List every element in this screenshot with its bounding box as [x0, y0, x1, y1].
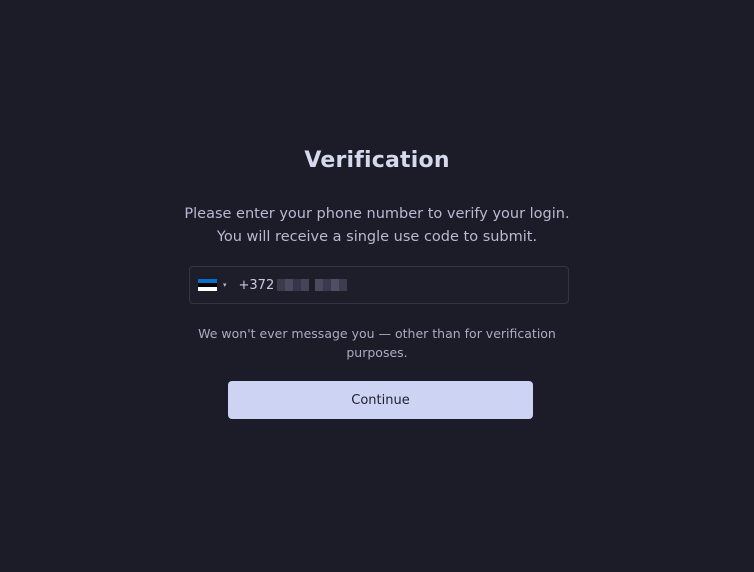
privacy-note-line-1: We won't ever message you — other than f… — [198, 326, 556, 341]
continue-button[interactable]: Continue — [228, 381, 533, 419]
phone-field[interactable]: ▾ +372 — [189, 266, 569, 304]
chevron-down-icon: ▾ — [223, 281, 227, 289]
country-select[interactable]: ▾ — [198, 279, 227, 291]
instructions: Please enter your phone number to verify… — [0, 203, 754, 249]
country-code: +372 — [238, 277, 275, 293]
redacted-number — [277, 279, 348, 291]
privacy-note: We won't ever message you — other than f… — [0, 324, 754, 362]
instructions-line-2: You will receive a single use code to su… — [216, 229, 538, 245]
instructions-line-1: Please enter your phone number to verify… — [184, 206, 570, 222]
page-title: Verification — [304, 148, 450, 173]
estonia-flag-icon — [198, 279, 217, 291]
phone-input[interactable]: +372 — [239, 278, 348, 293]
verification-page: Verification Please enter your phone num… — [0, 0, 754, 572]
privacy-note-line-2: purposes. — [346, 345, 408, 360]
